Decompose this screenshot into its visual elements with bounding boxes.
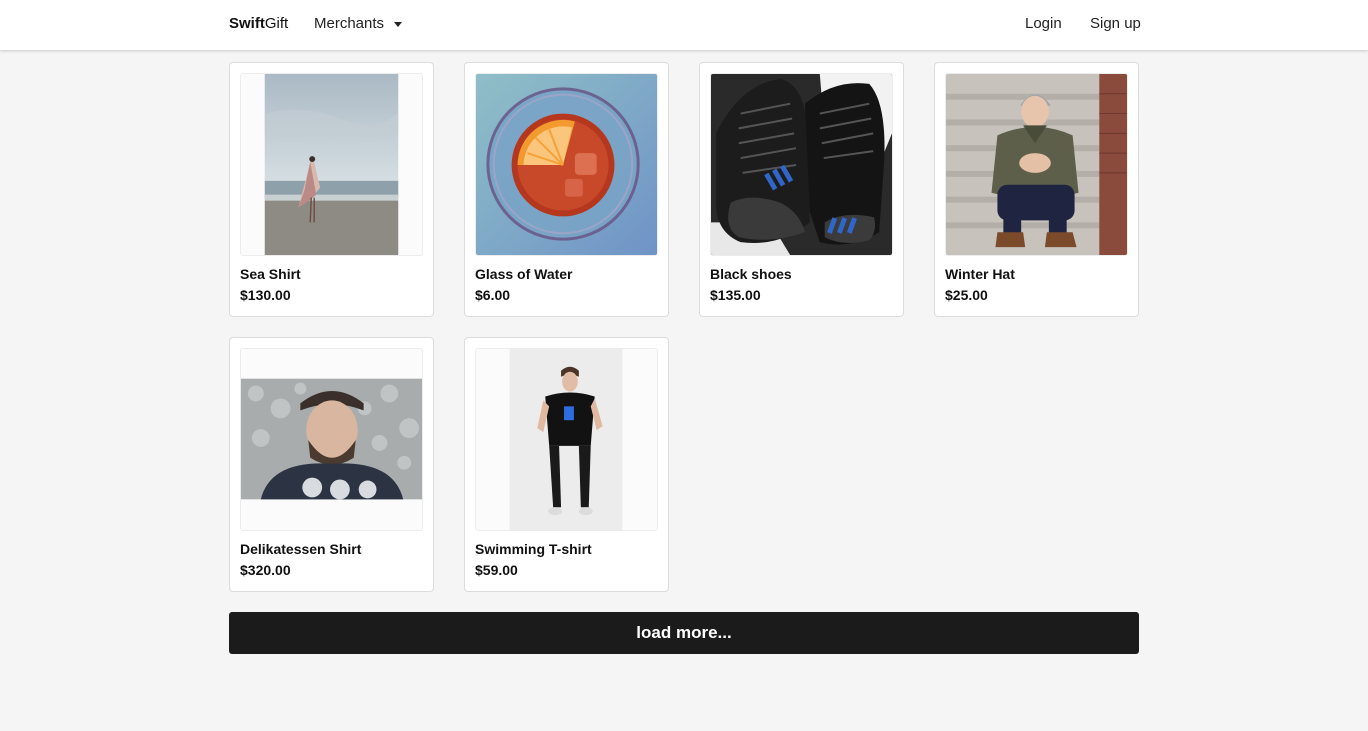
product-name: Glass of Water bbox=[475, 266, 573, 282]
brand-name-bold: Swift bbox=[229, 15, 265, 32]
product-name: Sea Shirt bbox=[240, 266, 301, 282]
product-card[interactable]: Glass of Water $6.00 bbox=[464, 62, 669, 317]
top-navbar: SwiftGift Merchants Login Sign up bbox=[0, 0, 1368, 50]
signup-link[interactable]: Sign up bbox=[1090, 15, 1141, 33]
login-link[interactable]: Login bbox=[1025, 15, 1062, 33]
caret-down-icon bbox=[394, 22, 403, 27]
merchants-dropdown[interactable]: Merchants bbox=[314, 15, 403, 33]
product-image bbox=[945, 73, 1128, 256]
merchants-label: Merchants bbox=[314, 15, 385, 32]
product-card[interactable]: Swimming T-shirt $59.00 bbox=[464, 337, 669, 592]
product-card[interactable]: Sea Shirt $130.00 bbox=[229, 62, 434, 317]
product-card[interactable]: Black shoes $135.00 bbox=[699, 62, 904, 317]
product-name: Swimming T-shirt bbox=[475, 541, 592, 557]
product-name: Winter Hat bbox=[945, 266, 1015, 282]
product-name: Black shoes bbox=[710, 266, 792, 282]
product-image bbox=[240, 73, 423, 256]
product-image bbox=[710, 73, 893, 256]
product-image bbox=[475, 348, 658, 531]
product-image bbox=[475, 73, 658, 256]
product-image bbox=[240, 348, 423, 531]
product-card[interactable]: Delikatessen Shirt $320.00 bbox=[229, 337, 434, 592]
brand-name-rest: Gift bbox=[264, 15, 289, 32]
product-price: $25.00 bbox=[945, 287, 988, 303]
product-price: $59.00 bbox=[475, 562, 518, 578]
brand-logo[interactable]: SwiftGift bbox=[229, 15, 288, 33]
load-more-button[interactable]: load more... bbox=[229, 612, 1139, 654]
product-card[interactable]: Winter Hat $25.00 bbox=[934, 62, 1139, 317]
product-price: $320.00 bbox=[240, 562, 291, 578]
product-price: $6.00 bbox=[475, 287, 511, 303]
product-price: $130.00 bbox=[240, 287, 291, 303]
product-price: $135.00 bbox=[710, 287, 761, 303]
product-name: Delikatessen Shirt bbox=[240, 541, 362, 557]
